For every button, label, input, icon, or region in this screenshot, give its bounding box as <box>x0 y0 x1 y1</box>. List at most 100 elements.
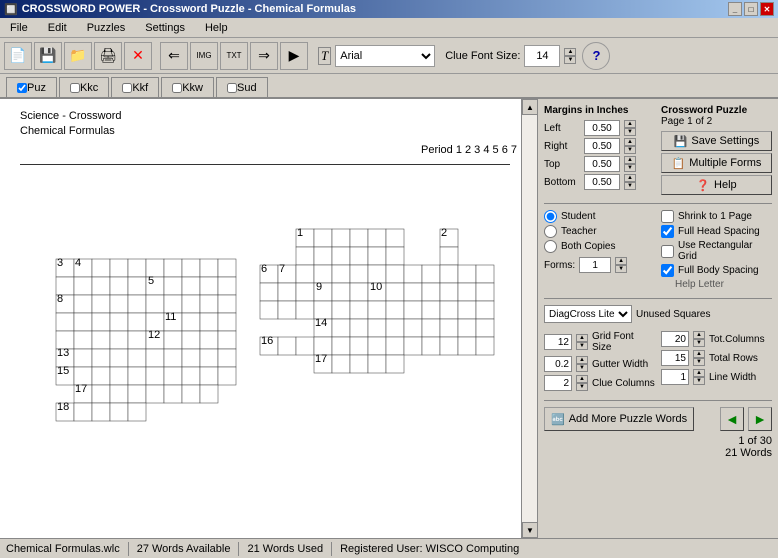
tab-puz-check[interactable] <box>17 83 27 93</box>
add-words-button[interactable]: 🔤 Add More Puzzle Words <box>544 407 694 431</box>
scroll-down-button[interactable]: ▼ <box>522 522 538 538</box>
forms-down[interactable]: ▼ <box>615 265 627 273</box>
tot-columns-up[interactable]: ▲ <box>693 331 705 339</box>
maximize-button[interactable]: □ <box>744 2 758 16</box>
full-body-spacing-check[interactable] <box>661 264 674 277</box>
full-head-spacing-check[interactable] <box>661 225 674 238</box>
right-input[interactable] <box>584 138 620 154</box>
right-button[interactable]: ▶ <box>280 42 308 70</box>
left-input[interactable] <box>584 120 620 136</box>
top-spin[interactable]: ▲ ▼ <box>624 156 636 172</box>
bottom-spin[interactable]: ▲ ▼ <box>624 174 636 190</box>
left-up[interactable]: ▲ <box>624 120 636 128</box>
minimize-button[interactable]: _ <box>728 2 742 16</box>
print-button[interactable]: 🖨 <box>94 42 122 70</box>
gutter-up[interactable]: ▲ <box>576 356 588 364</box>
tot-columns-input[interactable] <box>661 331 689 347</box>
close-button[interactable]: ✕ <box>760 2 774 16</box>
left-down[interactable]: ▼ <box>624 128 636 136</box>
clue-columns-spin[interactable]: ▲ ▼ <box>576 375 588 391</box>
line-width-spin[interactable]: ▲ ▼ <box>693 369 705 385</box>
student-radio[interactable] <box>544 210 557 223</box>
line-width-up[interactable]: ▲ <box>693 369 705 377</box>
grid-font-down[interactable]: ▼ <box>576 342 588 350</box>
top-down[interactable]: ▼ <box>624 164 636 172</box>
teacher-radio[interactable] <box>544 225 557 238</box>
forms-up[interactable]: ▲ <box>615 257 627 265</box>
bottom-down[interactable]: ▼ <box>624 182 636 190</box>
tab-kkw[interactable]: Kkw <box>161 77 214 97</box>
tot-columns-spin[interactable]: ▲ ▼ <box>693 331 705 347</box>
status-sep-1 <box>128 542 129 556</box>
tot-columns-down[interactable]: ▼ <box>693 339 705 347</box>
menu-help[interactable]: Help <box>199 20 234 36</box>
forms-input[interactable] <box>579 257 611 273</box>
gutter-spin[interactable]: ▲ ▼ <box>576 356 588 372</box>
open-button[interactable]: 📁 <box>64 42 92 70</box>
forms-spin[interactable]: ▲ ▼ <box>615 257 627 273</box>
total-rows-down[interactable]: ▼ <box>693 358 705 366</box>
bottom-up[interactable]: ▲ <box>624 174 636 182</box>
left-spin[interactable]: ▲ ▼ <box>624 120 636 136</box>
forward-button[interactable]: ⇒ <box>250 42 278 70</box>
gutter-width-input[interactable] <box>544 356 572 372</box>
menu-settings[interactable]: Settings <box>139 20 191 36</box>
clue-font-up[interactable]: ▲ <box>564 48 576 56</box>
clue-columns-up[interactable]: ▲ <box>576 375 588 383</box>
line-width-input[interactable] <box>661 369 689 385</box>
forms-label: Forms: <box>544 260 575 271</box>
bottom-input[interactable] <box>584 174 620 190</box>
tab-kkf[interactable]: Kkf <box>111 77 159 97</box>
rectangular-grid-check[interactable] <box>661 245 674 258</box>
next-button[interactable]: ► <box>748 407 772 431</box>
scroll-up-button[interactable]: ▲ <box>522 99 538 115</box>
puzzle-scrollbar[interactable]: ▲ ▼ <box>521 99 537 538</box>
grid-font-size-input[interactable] <box>544 334 572 350</box>
gutter-width-label: Gutter Width <box>592 359 648 370</box>
menu-puzzles[interactable]: Puzzles <box>81 20 132 36</box>
right-down[interactable]: ▼ <box>624 146 636 154</box>
tab-kkw-check[interactable] <box>172 83 182 93</box>
gutter-down[interactable]: ▼ <box>576 364 588 372</box>
save-button[interactable]: 💾 <box>34 42 62 70</box>
top-input[interactable] <box>584 156 620 172</box>
stop-button[interactable]: ✕ <box>124 42 152 70</box>
total-rows-up[interactable]: ▲ <box>693 350 705 358</box>
multiple-forms-button[interactable]: 📋 Multiple Forms <box>661 153 772 173</box>
both-copies-radio[interactable] <box>544 240 557 253</box>
menu-file[interactable]: File <box>4 20 34 36</box>
right-up[interactable]: ▲ <box>624 138 636 146</box>
clue-columns-input[interactable] <box>544 375 572 391</box>
tab-kkc-check[interactable] <box>70 83 80 93</box>
font-select[interactable]: Arial <box>335 45 435 67</box>
img-button[interactable]: IMG <box>190 42 218 70</box>
total-rows-input[interactable] <box>661 350 689 366</box>
shrink-to-page-check[interactable] <box>661 210 674 223</box>
help-button[interactable]: ? <box>582 42 610 70</box>
top-up[interactable]: ▲ <box>624 156 636 164</box>
tab-kkc[interactable]: Kkc <box>59 77 109 97</box>
txt-button[interactable]: TXT <box>220 42 248 70</box>
back-button[interactable]: ⇐ <box>160 42 188 70</box>
tab-sud[interactable]: Sud <box>216 77 268 97</box>
svg-text:5: 5 <box>148 275 154 287</box>
new-button[interactable]: 📄 <box>4 42 32 70</box>
grid-font-up[interactable]: ▲ <box>576 334 588 342</box>
tab-puz[interactable]: Puz <box>6 77 57 97</box>
help-panel-button[interactable]: ❓ Help <box>661 175 772 195</box>
right-spin[interactable]: ▲ ▼ <box>624 138 636 154</box>
tab-sud-check[interactable] <box>227 83 237 93</box>
prev-button[interactable]: ◄ <box>720 407 744 431</box>
clue-columns-down[interactable]: ▼ <box>576 383 588 391</box>
save-settings-button[interactable]: 💾 Save Settings <box>661 131 772 151</box>
clue-font-input[interactable] <box>524 45 560 67</box>
diagcross-select[interactable]: DiagCross Lite <box>544 305 632 323</box>
line-width-down[interactable]: ▼ <box>693 377 705 385</box>
grid-font-spin[interactable]: ▲ ▼ <box>576 334 588 350</box>
top-label: Top <box>544 159 580 170</box>
status-sep-3 <box>331 542 332 556</box>
menu-edit[interactable]: Edit <box>42 20 73 36</box>
total-rows-spin[interactable]: ▲ ▼ <box>693 350 705 366</box>
tab-kkf-check[interactable] <box>122 83 132 93</box>
clue-font-down[interactable]: ▼ <box>564 56 576 64</box>
